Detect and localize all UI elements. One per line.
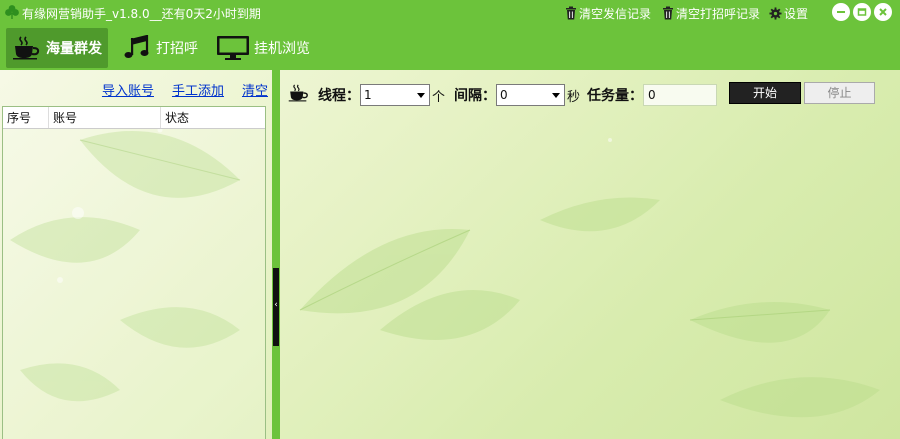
- tab-mass-send[interactable]: 海量群发: [6, 28, 108, 68]
- trash-icon: [566, 6, 576, 20]
- account-actions: 导入账号 手工添加 清空: [102, 80, 268, 99]
- maximize-icon: [857, 8, 867, 16]
- interval-select[interactable]: 0: [496, 84, 565, 106]
- table-header: 序号 账号 状态: [3, 107, 265, 129]
- tasks-input[interactable]: 0: [643, 84, 717, 106]
- start-button[interactable]: 开始: [729, 82, 801, 104]
- interval-value: 0: [500, 88, 508, 102]
- threads-value: 1: [364, 88, 372, 102]
- main-toolbar: 海量群发 打招呼 挂机浏览: [0, 25, 900, 70]
- tab-idle-browse-label: 挂机浏览: [254, 41, 310, 57]
- interval-control: 间隔： 0 秒: [454, 84, 580, 106]
- threads-unit: 个: [432, 89, 446, 105]
- column-status[interactable]: 状态: [161, 107, 265, 128]
- send-settings-panel: 线程： 1 个 间隔： 0 秒 任务量： 0 开始 停止: [280, 70, 900, 439]
- monitor-icon: [217, 36, 249, 60]
- close-button[interactable]: [874, 3, 892, 21]
- chevron-left-icon: ‹: [274, 300, 278, 310]
- tasks-control: 任务量： 0: [587, 84, 717, 106]
- trash-icon: [663, 6, 673, 20]
- maximize-button[interactable]: [853, 3, 871, 21]
- tasks-label: 任务量：: [587, 88, 643, 104]
- settings-label: 设置: [784, 6, 809, 21]
- import-accounts-link[interactable]: 导入账号: [102, 80, 154, 99]
- panel-splitter[interactable]: [272, 70, 280, 439]
- account-table[interactable]: 序号 账号 状态: [2, 106, 266, 439]
- minimize-icon: [837, 11, 845, 13]
- threads-select[interactable]: 1: [360, 84, 430, 106]
- coffee-icon: [13, 36, 40, 60]
- tab-mass-send-label: 海量群发: [46, 41, 102, 57]
- coffee-icon: [288, 84, 308, 102]
- music-note-icon: [124, 35, 149, 58]
- column-index[interactable]: 序号: [3, 107, 49, 128]
- stop-button[interactable]: 停止: [804, 82, 875, 104]
- threads-control: 线程： 1 个: [318, 84, 445, 106]
- clear-greet-label: 清空打招呼记录: [676, 6, 761, 21]
- dropdown-arrow-icon: [417, 93, 425, 98]
- interval-unit: 秒: [567, 89, 581, 105]
- gear-icon: [769, 6, 782, 20]
- manual-add-link[interactable]: 手工添加: [172, 80, 224, 99]
- clover-logo-icon: [5, 5, 19, 19]
- clear-greet-records-button[interactable]: 清空打招呼记录: [662, 4, 760, 22]
- title-bar: 有缘网营销助手_v1.8.0__还有0天2小时到期 清空发信记录 清空打招呼记录: [0, 0, 900, 25]
- window-title: 有缘网营销助手_v1.8.0__还有0天2小时到期: [22, 7, 261, 21]
- tab-idle-browse[interactable]: 挂机浏览: [210, 28, 316, 68]
- tab-greet-label: 打招呼: [156, 41, 198, 57]
- account-panel: 导入账号 手工添加 清空 序号 账号 状态: [0, 70, 272, 439]
- threads-label: 线程：: [318, 88, 360, 104]
- dropdown-arrow-icon: [552, 93, 560, 98]
- settings-button[interactable]: 设置: [769, 4, 808, 22]
- column-account[interactable]: 账号: [49, 107, 161, 128]
- tab-greet[interactable]: 打招呼: [116, 28, 204, 68]
- clear-sent-label: 清空发信记录: [579, 6, 652, 21]
- clear-sent-records-button[interactable]: 清空发信记录: [565, 4, 651, 22]
- interval-label: 间隔：: [454, 88, 496, 104]
- minimize-button[interactable]: [832, 3, 850, 21]
- close-icon: [879, 8, 887, 16]
- collapse-handle[interactable]: ‹: [273, 268, 279, 346]
- content-area: 导入账号 手工添加 清空 序号 账号 状态 ‹ 线程： 1 个 间隔： 0 秒 …: [0, 70, 900, 439]
- clear-accounts-link[interactable]: 清空: [242, 80, 268, 99]
